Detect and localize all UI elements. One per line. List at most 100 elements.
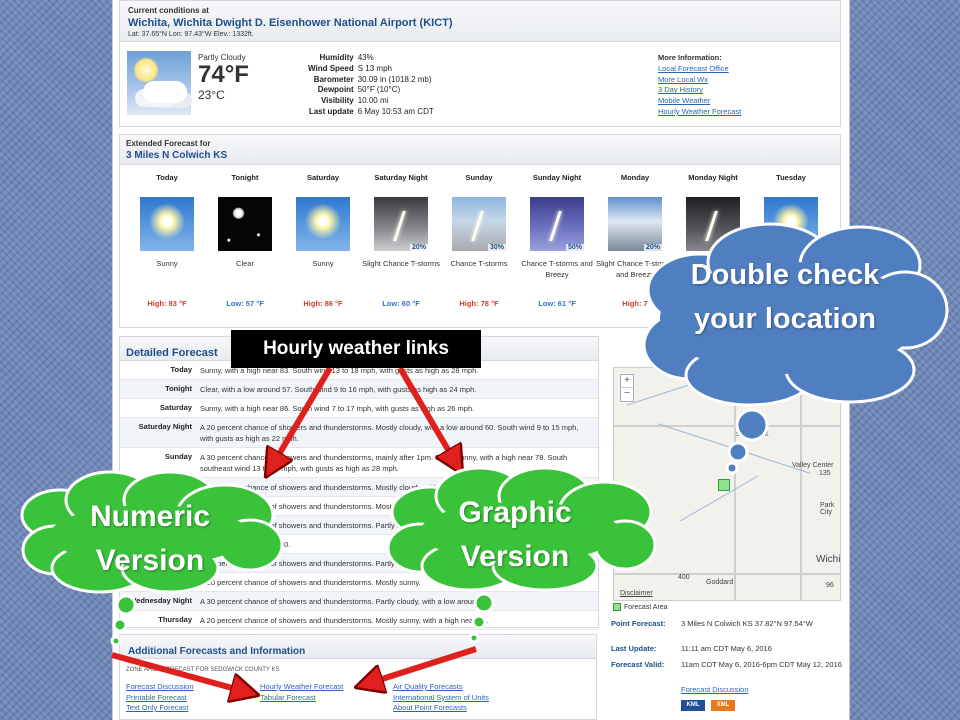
more-local-wx-link[interactable]: More Local Wx xyxy=(658,75,741,86)
forecast-area-marker xyxy=(718,479,730,491)
forecast-location: 3 Miles N Colwich KS xyxy=(126,150,228,161)
hourly-weather-forecast-link[interactable]: Hourly Weather Forecast xyxy=(260,682,343,693)
thunderstorm-icon: 20% xyxy=(608,197,662,251)
tabular-forecast-link[interactable]: Tabular Forecast xyxy=(260,693,343,704)
period-name: Today xyxy=(156,173,178,182)
forecast-period[interactable]: Today Sunny High: 83 °F xyxy=(128,173,206,308)
zoom-in-button[interactable]: + xyxy=(621,375,633,388)
map-zoom-control: + − xyxy=(620,374,634,402)
precip-chance: 20% xyxy=(643,244,662,251)
row-day: Thursday xyxy=(158,615,192,624)
3-day-history-link[interactable]: 3 Day History xyxy=(658,85,741,96)
row-day: Today xyxy=(170,365,192,374)
text-only-forecast-link[interactable]: Text Only Forecast xyxy=(126,703,194,714)
mobile-weather-link[interactable]: Mobile Weather xyxy=(658,96,741,107)
more-info-label: More Information: xyxy=(658,53,722,62)
extended-forecast-header: Extended Forecast for 3 Miles N Colwich … xyxy=(120,135,840,165)
night-thunderstorm-icon xyxy=(686,197,740,251)
last-update-value: 11:11 am CDT May 6, 2016 xyxy=(681,644,772,653)
current-conditions-label: Current conditions at xyxy=(128,6,209,15)
detail-value: 10.00 mi xyxy=(357,96,389,106)
map-label: SEDGWICK xyxy=(736,432,769,438)
period-temperature: High: 83 °F xyxy=(147,299,187,308)
period-name: Tonight xyxy=(231,173,259,182)
period-temperature: High: 78 °F xyxy=(459,299,499,308)
sunny-icon xyxy=(296,197,350,251)
local-forecast-office-link[interactable]: Local Forecast Office xyxy=(658,64,741,75)
map-legend: Forecast Area xyxy=(613,603,668,611)
lightning-icon: 50% xyxy=(530,197,584,251)
printable-forecast-link[interactable]: Printable Forecast xyxy=(126,693,194,704)
detailed-row: Sunday A 30 percent chance of showers and… xyxy=(120,448,598,478)
period-name: Sunday Night xyxy=(532,173,582,182)
detail-label: Visibility xyxy=(320,96,354,106)
partly-cloudy-icon xyxy=(127,51,191,115)
hourly-weather-forecast-link[interactable]: Hourly Weather Forecast xyxy=(658,107,741,118)
forecast-period[interactable]: Tuesday xyxy=(752,173,830,251)
double-check-location-label: Double check your location xyxy=(690,259,880,335)
forecast-period[interactable]: Saturday Night 20% Slight Chance T-storm… xyxy=(362,173,440,308)
row-text: A 30 percent chance of showers and thund… xyxy=(200,453,568,473)
forecast-valid-label: Forecast Valid: xyxy=(611,660,665,669)
air-quality-forecasts-link[interactable]: Air Quality Forecasts xyxy=(393,682,489,693)
sunny-icon xyxy=(764,197,818,251)
thunderstorm-icon: 20% xyxy=(374,197,428,251)
temperature-f: 74°F xyxy=(198,61,249,88)
detail-value: 43% xyxy=(357,53,374,62)
row-day: Tonight xyxy=(165,384,192,393)
xml-button[interactable]: XML xyxy=(711,700,735,711)
map-label: Goddard xyxy=(706,579,734,586)
detail-label: Humidity xyxy=(319,53,354,62)
detailed-row: Saturday Night A 20 percent chance of sho… xyxy=(120,418,598,448)
forecast-discussion-link[interactable]: Forecast Discussion xyxy=(681,685,846,695)
period-description: Chance T-storms xyxy=(450,259,508,268)
period-name: Monday xyxy=(620,173,650,182)
row-text: Clear, with a low around 57. South wind … xyxy=(200,385,477,394)
detail-label: Barometer xyxy=(313,74,354,84)
period-description: Chance T-storms and Breezy xyxy=(521,259,593,279)
forecast-period[interactable]: Monday 20% Slight Chance T-storms and Br… xyxy=(596,173,674,308)
numeric-version-label: Numeric Version xyxy=(89,500,211,577)
map-label: 135 xyxy=(819,470,831,477)
forecast-period[interactable]: Saturday Sunny High: 86 °F xyxy=(284,173,362,308)
row-day: Wednesday Night xyxy=(129,596,192,605)
about-point-forecasts-link[interactable]: About Point Forecasts xyxy=(393,703,489,714)
detail-value: 6 May 10:53 am CDT xyxy=(357,106,434,116)
county-forecast-link[interactable]: ZONE AREA FORECAST FOR SEDGWICK COUNTY K… xyxy=(126,667,279,673)
forecast-period[interactable]: Monday Night xyxy=(674,173,752,251)
additional-forecasts-panel: Additional Forecasts and Information ZON… xyxy=(119,634,597,720)
forecast-valid-value: 11am CDT May 6, 2016-6pm CDT May 12, 201… xyxy=(681,660,842,669)
period-temperature: High: 7 xyxy=(622,299,648,308)
map-label: 96 xyxy=(826,582,834,589)
period-temperature: Low: 60 °F xyxy=(382,299,420,308)
precip-chance: 20% xyxy=(409,244,428,251)
period-description: Clear xyxy=(236,259,254,268)
legend-swatch xyxy=(613,603,621,611)
map-label: Wichi xyxy=(816,554,841,565)
row-day: Sunday xyxy=(164,452,192,461)
period-description: Sunny xyxy=(312,259,334,268)
forecast-discussion-link[interactable]: Forecast Discussion xyxy=(126,682,194,693)
point-forecast-label: Point Forecast: xyxy=(611,619,666,628)
map-label: 400 xyxy=(678,574,690,581)
forecast-period[interactable]: Sunday 30% Chance T-storms High: 78 °F xyxy=(440,173,518,308)
hourly-weather-links-label: Hourly weather links xyxy=(231,330,481,368)
precip-chance: 30% xyxy=(487,244,506,251)
zoom-out-button[interactable]: − xyxy=(621,388,633,401)
period-temperature: Low: 57 °F xyxy=(226,299,264,308)
detail-label: Dewpoint xyxy=(317,85,354,95)
map-disclaimer-link[interactable]: Disclaimer xyxy=(620,590,653,597)
forecast-area-map[interactable]: Valley Center Park City Wichi Goddard SE… xyxy=(613,367,841,601)
period-name: Tuesday xyxy=(776,173,806,182)
detailed-forecast-panel: Detailed Forecast Today Sunny, with a hig… xyxy=(119,336,599,630)
detailed-row: Wednesday Night A 30 percent chance of sh… xyxy=(120,592,598,611)
forecast-period[interactable]: Tonight Clear Low: 57 °F xyxy=(206,173,284,308)
international-system-of-units-link[interactable]: International System of Units xyxy=(393,693,489,704)
period-name: Saturday xyxy=(306,173,340,182)
forecast-period[interactable]: Sunday Night 50% Chance T-storms and Bre… xyxy=(518,173,596,308)
period-name: Sunday xyxy=(465,173,493,182)
kml-button[interactable]: KML xyxy=(681,700,705,711)
weather-page: Current conditions at Wichita, Wichita D… xyxy=(112,0,850,720)
legend-label: Forecast Area xyxy=(624,603,668,611)
clear-night-icon xyxy=(218,197,272,251)
